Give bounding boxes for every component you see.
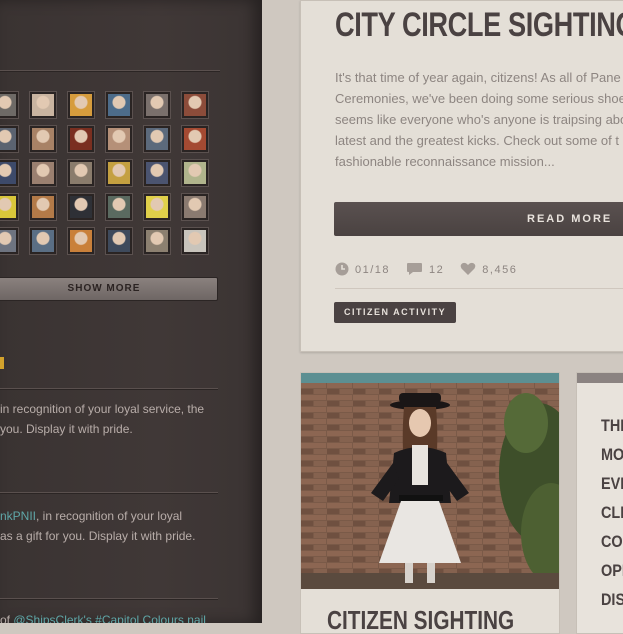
excerpt-line: seems like everyone who's anyone is trai… bbox=[335, 112, 623, 127]
excerpt-line: MO bbox=[601, 445, 623, 464]
citizen-avatar[interactable] bbox=[0, 126, 18, 152]
citizen-avatar[interactable] bbox=[144, 228, 170, 254]
citizen-avatar[interactable] bbox=[144, 194, 170, 220]
citizen-avatar[interactable] bbox=[182, 126, 208, 152]
excerpt-line: Ceremonies, we've been doing some seriou… bbox=[335, 91, 623, 106]
citizen-avatar[interactable] bbox=[30, 228, 56, 254]
excerpt-line: DIS bbox=[601, 590, 623, 609]
award-text-line: as a gift for you. Display it with pride… bbox=[0, 529, 196, 543]
citizen-avatar[interactable] bbox=[106, 126, 132, 152]
citizen-avatar[interactable] bbox=[144, 92, 170, 118]
post-meta: 01/18 12 8,456 bbox=[335, 259, 533, 281]
award-description: of @ShipsClerk's #Capitol Colours nail bbox=[0, 610, 215, 623]
citizen-avatar[interactable] bbox=[182, 228, 208, 254]
category-tag[interactable]: CITIZEN ACTIVITY bbox=[334, 302, 457, 323]
like-count: 8,456 bbox=[482, 264, 518, 276]
citizen-avatar[interactable] bbox=[182, 160, 208, 186]
photo-post-card: CITIZEN SIGHTING bbox=[300, 372, 560, 634]
sidebar: SHOW MORE in recognition of your loyal s… bbox=[0, 0, 262, 623]
citizen-avatar[interactable] bbox=[106, 228, 132, 254]
post-card: CITY CIRCLE SIGHTINGS It's that time of … bbox=[300, 0, 623, 352]
heart-icon[interactable] bbox=[460, 262, 476, 279]
excerpt-line: latest and the greatest kicks. Check out… bbox=[335, 133, 619, 148]
citizen-avatar[interactable] bbox=[68, 92, 94, 118]
citizen-avatar[interactable] bbox=[30, 194, 56, 220]
award-text-line: , in recognition of your loyal bbox=[36, 509, 183, 523]
citizen-avatar[interactable] bbox=[68, 228, 94, 254]
comment-icon[interactable] bbox=[406, 262, 423, 279]
award-icon bbox=[0, 357, 4, 369]
citizen-avatar[interactable] bbox=[144, 160, 170, 186]
post-card-partial: THE MO EVE CLE CO OPI DIS bbox=[576, 372, 623, 634]
excerpt-line: CLE bbox=[601, 503, 623, 522]
excerpt-line: EVE bbox=[601, 474, 623, 493]
citizen-avatar[interactable] bbox=[182, 92, 208, 118]
citizen-avatar[interactable] bbox=[0, 160, 18, 186]
citizen-avatar[interactable] bbox=[68, 194, 94, 220]
meta-divider bbox=[335, 288, 623, 289]
excerpt-line: THE bbox=[601, 416, 623, 435]
excerpt-line: fashionable reconnaissance mission... bbox=[335, 154, 555, 169]
citizen-avatar[interactable] bbox=[68, 126, 94, 152]
citizen-avatar[interactable] bbox=[30, 126, 56, 152]
citizen-avatar[interactable] bbox=[106, 160, 132, 186]
post-date: 01/18 bbox=[355, 264, 391, 276]
post-excerpt: THE MO EVE CLE CO OPI DIS bbox=[601, 411, 623, 614]
citizen-avatar[interactable] bbox=[30, 160, 56, 186]
post-title[interactable]: CITIZEN SIGHTING bbox=[327, 605, 514, 633]
citizen-avatar[interactable] bbox=[182, 194, 208, 220]
citizen-avatar[interactable] bbox=[30, 92, 56, 118]
excerpt-line: CO bbox=[601, 532, 623, 551]
award-text: of bbox=[0, 613, 14, 623]
citizen-avatar[interactable] bbox=[0, 92, 18, 118]
sidebar-divider bbox=[0, 388, 218, 389]
citizen-avatar[interactable] bbox=[0, 194, 18, 220]
post-excerpt: It's that time of year again, citizens! … bbox=[335, 67, 623, 172]
citizen-avatar[interactable] bbox=[106, 194, 132, 220]
award-text-line: you. Display it with pride. bbox=[0, 422, 133, 436]
card-accent-bar bbox=[577, 373, 623, 383]
citizen-link[interactable]: nkPNII bbox=[0, 509, 36, 523]
citizen-link[interactable]: @ShipsClerk's #Capitol Colours nail bbox=[13, 613, 206, 623]
award-description: in recognition of your loyal service, th… bbox=[0, 399, 215, 439]
show-more-button[interactable]: SHOW MORE bbox=[0, 277, 218, 301]
citizen-avatar[interactable] bbox=[0, 228, 18, 254]
post-photo[interactable] bbox=[301, 383, 559, 589]
read-more-button[interactable]: READ MORE bbox=[334, 202, 623, 236]
sidebar-divider bbox=[0, 70, 220, 71]
sidebar-divider bbox=[0, 492, 218, 493]
card-accent-bar bbox=[301, 373, 559, 383]
comment-count: 12 bbox=[429, 264, 445, 276]
post-title[interactable]: CITY CIRCLE SIGHTINGS bbox=[335, 3, 623, 47]
clock-icon bbox=[335, 262, 349, 279]
citizen-avatar[interactable] bbox=[68, 160, 94, 186]
excerpt-line: OPI bbox=[601, 561, 623, 580]
citizen-avatar[interactable] bbox=[106, 92, 132, 118]
citizen-avatar[interactable] bbox=[144, 126, 170, 152]
excerpt-line: It's that time of year again, citizens! … bbox=[335, 70, 621, 85]
award-description: nkPNII, in recognition of your loyal as … bbox=[0, 506, 215, 546]
sidebar-divider bbox=[0, 598, 218, 599]
award-text-line: in recognition of your loyal service, th… bbox=[0, 402, 205, 416]
